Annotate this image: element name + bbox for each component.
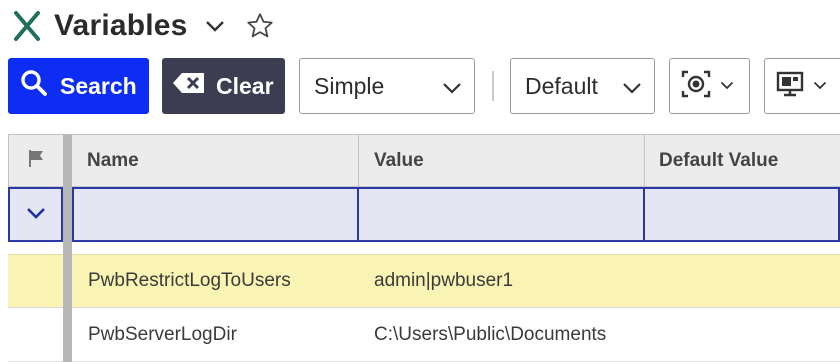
search-icon	[20, 69, 48, 103]
filter-input-default-value[interactable]	[645, 187, 840, 242]
flag-column-header[interactable]	[8, 134, 63, 187]
chevron-down-icon	[622, 73, 642, 100]
display-dropdown[interactable]	[764, 58, 840, 114]
chevron-down-icon	[813, 77, 827, 95]
toolbar: Search Clear Simple Default	[8, 58, 840, 114]
search-mode-select[interactable]: Simple	[299, 58, 475, 114]
star-outline-icon[interactable]	[244, 10, 276, 42]
row-flag-cell[interactable]	[8, 254, 63, 308]
screenshot-target-icon	[680, 68, 712, 105]
column-separator[interactable]	[63, 134, 72, 362]
flag-icon	[26, 148, 46, 174]
cell-name: PwbRestrictLogToUsers	[88, 270, 291, 291]
table-row[interactable]: PwbRestrictLogToUsers admin|pwbuser1	[72, 254, 840, 308]
chevron-down-icon[interactable]	[204, 15, 226, 37]
view-select-value: Default	[525, 72, 598, 99]
search-mode-value: Simple	[314, 72, 385, 99]
table-row[interactable]: PwbServerLogDir C:\Users\Public\Document…	[72, 308, 840, 362]
filter-input-value[interactable]	[359, 187, 645, 242]
row-flag-cell[interactable]	[8, 308, 63, 362]
clear-button-label: Clear	[216, 72, 274, 99]
column-header-default-value[interactable]: Default Value	[645, 134, 840, 187]
view-select[interactable]: Default	[510, 58, 655, 114]
filter-row-toggle[interactable]	[8, 187, 63, 242]
variables-grid: Name Value Default Value PwbRestrictLogT…	[8, 134, 840, 362]
monitor-icon	[775, 69, 805, 104]
backspace-icon	[172, 72, 206, 100]
x-logo-icon	[12, 11, 42, 41]
filter-input-name[interactable]	[72, 187, 359, 242]
search-button[interactable]: Search	[8, 58, 149, 114]
cell-value: C:\Users\Public\Documents	[374, 323, 607, 345]
chevron-down-icon	[720, 77, 734, 95]
page-header: Variables	[12, 6, 276, 46]
cell-value: admin|pwbuser1	[374, 270, 514, 291]
search-button-label: Search	[60, 72, 137, 99]
clear-button[interactable]: Clear	[162, 58, 285, 114]
column-header-value[interactable]: Value	[359, 134, 645, 187]
chevron-down-icon	[442, 73, 462, 100]
screenshot-dropdown[interactable]	[669, 58, 750, 114]
toolbar-divider	[492, 71, 494, 101]
cell-name: PwbServerLogDir	[88, 323, 237, 345]
column-header-name[interactable]: Name	[72, 134, 359, 187]
chevron-down-icon	[26, 206, 46, 224]
page-title: Variables	[54, 9, 188, 42]
